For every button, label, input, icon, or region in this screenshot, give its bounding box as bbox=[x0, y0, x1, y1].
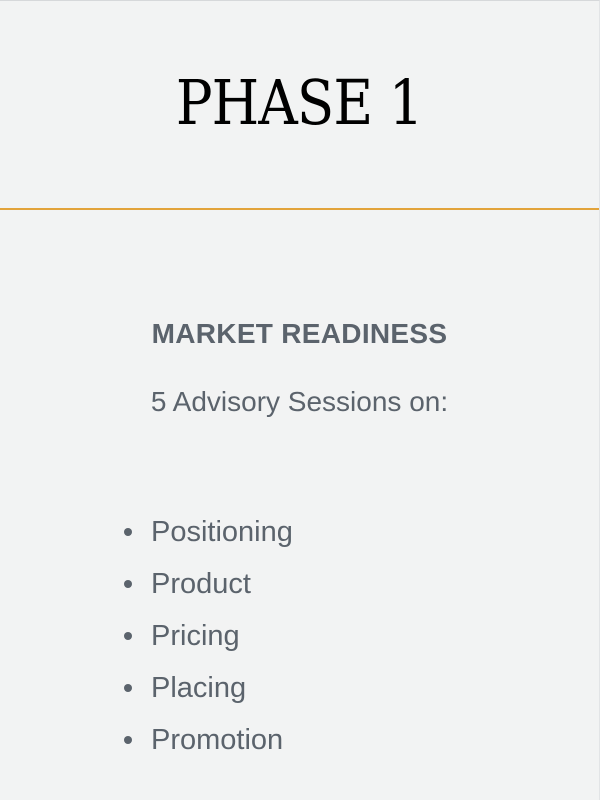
phase-card: PHASE 1 MARKET READINESS 5 Advisory Sess… bbox=[0, 0, 600, 800]
topic-label: Promotion bbox=[151, 723, 284, 756]
list-item: Promotion bbox=[124, 714, 293, 766]
bullet-icon bbox=[124, 736, 132, 744]
list-item: Pricing bbox=[124, 610, 293, 662]
bullet-icon bbox=[124, 684, 132, 692]
card-header: PHASE 1 bbox=[0, 1, 599, 210]
card-body: MARKET READINESS 5 Advisory Sessions on: bbox=[0, 210, 599, 418]
topic-label: Product bbox=[151, 567, 251, 600]
topic-label: Positioning bbox=[151, 515, 293, 548]
section-title: MARKET READINESS bbox=[151, 318, 448, 349]
topic-label: Placing bbox=[151, 671, 247, 704]
list-item: Placing bbox=[124, 662, 293, 714]
list-item: Product bbox=[124, 558, 293, 610]
sessions-text: 5 Advisory Sessions on: bbox=[150, 386, 449, 417]
phase-title: PHASE 1 bbox=[176, 66, 424, 139]
topic-label: Pricing bbox=[151, 619, 240, 652]
bullet-icon bbox=[124, 528, 132, 536]
topic-list: Positioning Product Pricing Placing Prom… bbox=[124, 506, 293, 766]
list-item: Positioning bbox=[124, 506, 293, 558]
bullet-icon bbox=[124, 632, 132, 640]
bullet-icon bbox=[124, 580, 132, 588]
